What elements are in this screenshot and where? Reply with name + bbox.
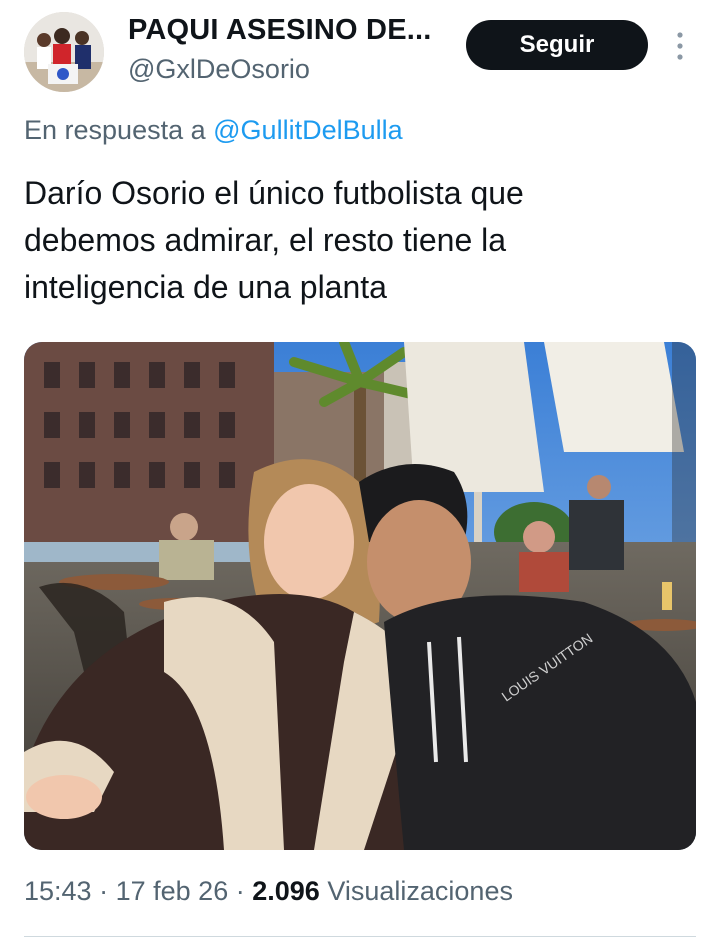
author-display-name[interactable]: PAQUI ASESINO DE... bbox=[128, 14, 432, 47]
reply-context: En respuesta a @GullitDelBulla bbox=[24, 115, 403, 146]
tweet-text: Darío Osorio el único futbolista que deb… bbox=[24, 170, 684, 311]
tweet-text-line: Darío Osorio el único futbolista que bbox=[24, 175, 524, 211]
tweet-meta: 15:43 · 17 feb 26 · 2.096 Visualizacione… bbox=[24, 876, 513, 907]
author-avatar[interactable] bbox=[24, 12, 104, 92]
avatar-image bbox=[24, 12, 104, 92]
tweet-time[interactable]: 15:43 bbox=[24, 876, 92, 906]
tweet-date[interactable]: 17 feb 26 bbox=[116, 876, 229, 906]
follow-button[interactable]: Seguir bbox=[466, 20, 648, 70]
divider bbox=[24, 936, 696, 937]
author-handle[interactable]: @GxlDeOsorio bbox=[128, 54, 310, 85]
tweet-text-line: inteligencia de una planta bbox=[24, 269, 387, 305]
tweet-photo[interactable]: LOUIS VUITTON bbox=[24, 342, 696, 850]
more-vertical-icon[interactable] bbox=[668, 30, 692, 64]
reply-handle-link[interactable]: @GullitDelBulla bbox=[213, 115, 402, 145]
photo-image: LOUIS VUITTON bbox=[24, 342, 696, 850]
tweet-text-line: debemos admirar, el resto tiene la bbox=[24, 222, 507, 258]
views-label: Visualizaciones bbox=[327, 876, 513, 906]
reply-prefix: En respuesta a bbox=[24, 115, 206, 145]
meta-separator: · bbox=[99, 876, 109, 906]
views-count: 2.096 bbox=[252, 876, 320, 906]
meta-separator: · bbox=[235, 876, 245, 906]
